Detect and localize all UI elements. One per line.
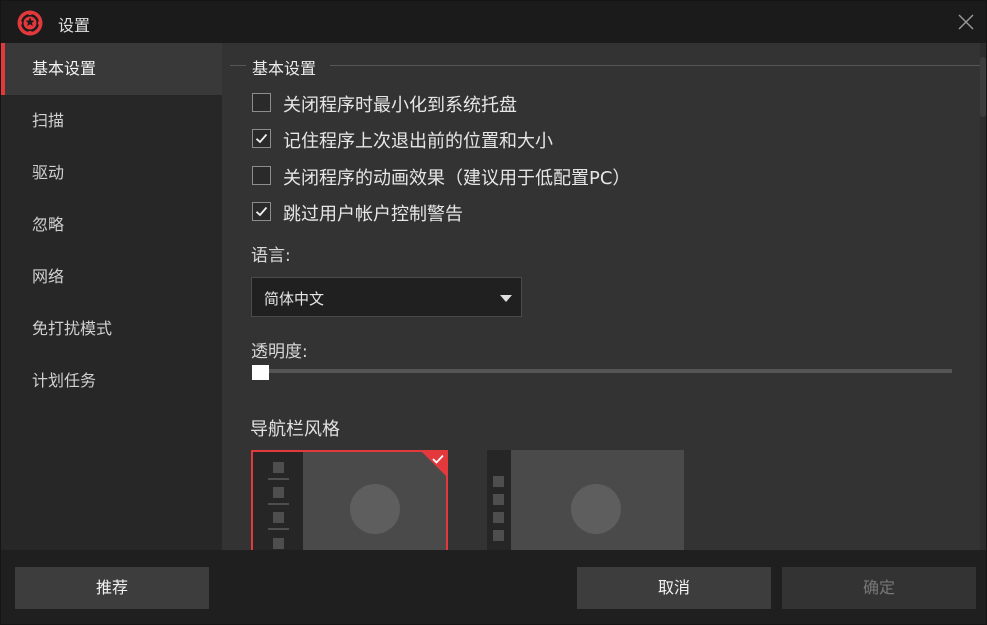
app-logo-icon	[17, 10, 43, 36]
chevron-down-icon	[500, 295, 512, 302]
confirm-button[interactable]: 确定	[782, 567, 976, 609]
section-title: 基本设置	[252, 59, 317, 78]
language-select-value: 简体中文	[264, 290, 325, 308]
section-divider-right	[330, 65, 980, 66]
card-main-preview	[511, 450, 684, 550]
sidebar-item-ignore[interactable]: 忽略	[1, 199, 222, 251]
content-scrollbar[interactable]	[980, 43, 986, 550]
option-label: 关闭程序的动画效果（建议用于低配置PC）	[283, 168, 631, 189]
checkbox-checked[interactable]	[252, 129, 271, 148]
close-icon[interactable]	[953, 9, 979, 35]
card-sidebar-preview	[253, 452, 303, 550]
option-label: 跳过用户帐户控制警告	[283, 204, 463, 225]
transparency-slider-track[interactable]	[261, 369, 952, 373]
sidebar-item-driver[interactable]: 驱动	[1, 147, 222, 199]
checkmark-icon	[255, 206, 268, 217]
section-divider-left	[230, 65, 246, 66]
transparency-slider-thumb[interactable]	[252, 365, 269, 380]
sidebar: 基本设置 扫描 驱动 忽略 网络 免打扰模式 计划任务	[1, 43, 222, 550]
recommend-button[interactable]: 推荐	[15, 567, 209, 609]
sidebar-item-scan[interactable]: 扫描	[1, 95, 222, 147]
option-label: 关闭程序时最小化到系统托盘	[283, 95, 517, 116]
settings-window: 设置 基本设置 扫描 驱动 忽略 网络 免打扰模式 计划任务 基本设置 关闭程序…	[0, 0, 987, 625]
checkbox-unchecked[interactable]	[252, 166, 271, 185]
checkmark-icon	[255, 133, 268, 144]
bottom-bar: 推荐 取消 确定	[1, 550, 986, 624]
title-bar[interactable]: 设置	[1, 1, 986, 43]
window-title: 设置	[58, 16, 91, 35]
language-select[interactable]: 简体中文	[251, 277, 522, 317]
card-sidebar-preview	[487, 450, 511, 550]
scrollbar-thumb[interactable]	[980, 57, 986, 117]
option-label: 记住程序上次退出前的位置和大小	[283, 131, 553, 152]
nav-style-option-2[interactable]	[487, 450, 684, 550]
nav-style-option-1[interactable]	[251, 450, 448, 550]
settings-content: 基本设置 关闭程序时最小化到系统托盘 记住程序上次退出前的位置和大小 关闭程序的…	[222, 43, 986, 550]
checkbox-unchecked[interactable]	[252, 93, 271, 112]
sidebar-item-basic-settings[interactable]: 基本设置	[1, 43, 222, 95]
checkmark-icon	[432, 454, 444, 464]
nav-style-label: 导航栏风格	[250, 419, 340, 440]
sidebar-item-scheduled-tasks[interactable]: 计划任务	[1, 355, 222, 407]
sidebar-item-network[interactable]: 网络	[1, 251, 222, 303]
language-label: 语言:	[251, 246, 291, 266]
sidebar-item-do-not-disturb[interactable]: 免打扰模式	[1, 303, 222, 355]
checkbox-checked[interactable]	[252, 202, 271, 221]
cancel-button[interactable]: 取消	[577, 567, 771, 609]
transparency-label: 透明度:	[251, 342, 308, 362]
